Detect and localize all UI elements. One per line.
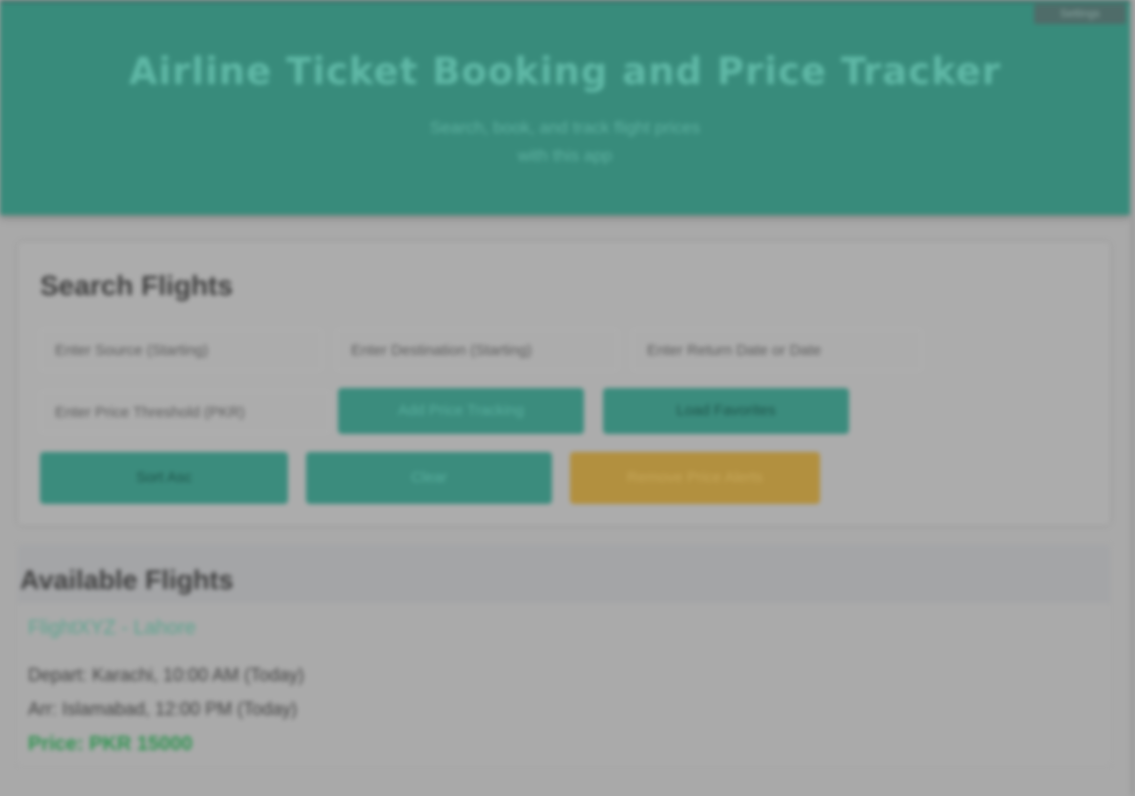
page-title: Airline Ticket Booking and Price Tracker: [128, 50, 1002, 93]
add-price-tracking-button[interactable]: Add Price Tracking: [338, 388, 584, 434]
app-window: Airline Ticket Booking and Price Tracker…: [0, 0, 1135, 796]
load-favorites-button[interactable]: Load Favorites: [603, 388, 849, 434]
search-panel: Search Flights Enter Source (Starting) E…: [18, 242, 1110, 525]
window-top-strip: [0, 0, 1135, 3]
sort-button[interactable]: Sort Asc: [40, 452, 288, 504]
settings-button[interactable]: Settings: [1034, 4, 1126, 24]
flight-card[interactable]: FlightXYZ - Lahore Depart: Karachi, 10:0…: [18, 603, 1110, 765]
window-right-edge: [1130, 0, 1135, 796]
page-subtitle-line2: with this app: [517, 146, 613, 165]
destination-input[interactable]: Enter Destination (Starting): [336, 329, 618, 371]
results-heading: Available Flights: [20, 565, 234, 595]
remove-price-alerts-button[interactable]: Remove Price Alerts: [570, 452, 820, 504]
flight-price: Price: PKR 15000: [28, 733, 193, 755]
price-threshold-input[interactable]: Enter Price Threshold (PKR): [40, 391, 330, 433]
clear-button[interactable]: Clear: [306, 452, 552, 504]
flight-departure: Depart: Karachi, 10:00 AM (Today): [28, 665, 305, 685]
source-input[interactable]: Enter Source (Starting): [40, 329, 322, 371]
page-header: Airline Ticket Booking and Price Tracker…: [0, 0, 1130, 215]
flight-title: FlightXYZ - Lahore: [28, 617, 196, 639]
results-section: Available Flights FlightXYZ - Lahore Dep…: [18, 545, 1110, 765]
page-subtitle: Search, book, and track flight prices: [429, 118, 701, 137]
search-heading: Search Flights: [40, 270, 233, 301]
date-input[interactable]: Enter Return Date or Date: [632, 329, 922, 371]
flight-arrival: Arr: Islamabad, 12:00 PM (Today): [28, 699, 298, 719]
